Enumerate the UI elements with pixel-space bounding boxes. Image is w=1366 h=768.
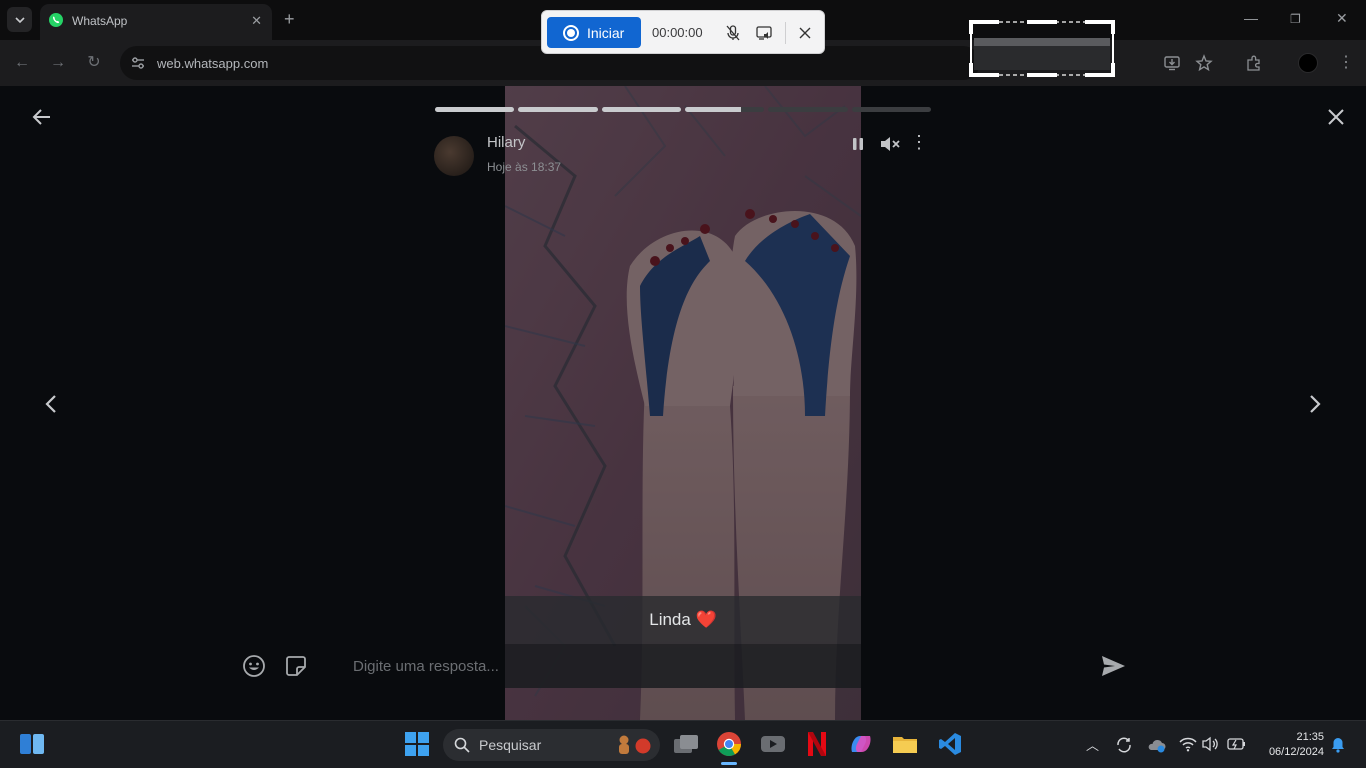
- system-audio-icon[interactable]: [755, 24, 773, 42]
- status-timestamp: Hoje às 18:37: [487, 160, 562, 174]
- volume-icon[interactable]: [1202, 736, 1220, 752]
- sticker-icon[interactable]: [284, 654, 308, 678]
- tab-search-button[interactable]: [7, 7, 32, 32]
- browser-tab-whatsapp[interactable]: WhatsApp ✕: [40, 4, 272, 40]
- reply-input[interactable]: [505, 644, 861, 688]
- start-menu-icon[interactable]: [402, 729, 432, 759]
- show-hidden-icons-chevron-icon[interactable]: ︿: [1086, 735, 1099, 754]
- restore-button[interactable]: ❐: [1290, 12, 1301, 26]
- tab-title: WhatsApp: [72, 14, 128, 28]
- install-app-icon[interactable]: [1163, 54, 1181, 72]
- whatsapp-icon: [49, 13, 63, 27]
- start-recording-button[interactable]: Iniciar: [547, 17, 641, 48]
- back-arrow-icon[interactable]: [32, 107, 52, 127]
- sender-avatar[interactable]: [434, 136, 474, 176]
- status-viewer: Hilary Hoje às 18:37 ⋮ Linda ❤️ Digite u…: [0, 86, 1366, 720]
- chevron-down-icon: [14, 16, 25, 23]
- reload-icon[interactable]: ↻: [85, 54, 103, 72]
- search-label: Pesquisar: [479, 737, 542, 753]
- chrome-icon[interactable]: [714, 729, 744, 759]
- start-recording-label: Iniciar: [587, 24, 625, 41]
- screen-recorder-bar: Iniciar 00:00:00: [541, 10, 825, 54]
- capture-region-selector[interactable]: [969, 20, 1115, 77]
- minimize-button[interactable]: —: [1244, 10, 1258, 26]
- status-progress-fill: [601, 107, 681, 112]
- task-view-icon[interactable]: [671, 729, 701, 759]
- file-explorer-icon[interactable]: [890, 729, 920, 759]
- gingerbread-icon: [619, 735, 651, 754]
- status-progress-bar: [435, 107, 931, 113]
- status-progress-fill: [518, 107, 598, 112]
- youtube-icon[interactable]: [758, 729, 788, 759]
- clock-date: 06/12/2024: [1268, 746, 1324, 758]
- microphone-off-icon[interactable]: [724, 24, 742, 42]
- reply-placeholder: Digite uma resposta...: [353, 658, 499, 675]
- status-progress-fill: [435, 107, 515, 112]
- recorder-divider: [785, 22, 786, 44]
- close-viewer-icon[interactable]: [1326, 107, 1346, 127]
- window-close-button[interactable]: ✕: [1336, 10, 1348, 27]
- recording-timer: 00:00:00: [652, 25, 703, 40]
- send-icon[interactable]: [1100, 654, 1126, 678]
- screen: WhatsApp ✕ + — ❐ ✕ ← → ↻ web.whatsapp.co…: [0, 0, 1366, 768]
- status-progress-segment: [684, 107, 765, 112]
- taskbar-search[interactable]: Pesquisar: [443, 729, 660, 761]
- clock-time: 21:35: [1296, 731, 1324, 743]
- next-status-icon[interactable]: [1308, 394, 1322, 414]
- status-progress-segment: [601, 107, 681, 112]
- status-progress-segment: [518, 107, 598, 112]
- status-progress-segment: [768, 107, 848, 112]
- windows-taskbar: Pesquisar ︿ 21:35 06/12/2024: [0, 720, 1366, 768]
- back-arrow-icon[interactable]: ←: [13, 54, 31, 72]
- url-text: web.whatsapp.com: [157, 56, 269, 71]
- status-progress-segment: [851, 107, 931, 112]
- close-recorder-icon[interactable]: [796, 24, 814, 42]
- battery-icon[interactable]: [1226, 737, 1246, 751]
- status-progress-segment: [435, 107, 515, 112]
- sync-icon[interactable]: [1115, 736, 1133, 754]
- status-menu-icon[interactable]: ⋮: [910, 132, 928, 153]
- notification-bell-icon[interactable]: [1331, 737, 1345, 753]
- system-clock[interactable]: 21:35 06/12/2024: [1258, 730, 1324, 760]
- pause-icon[interactable]: [851, 137, 865, 151]
- netflix-icon[interactable]: [802, 729, 832, 759]
- record-icon: [563, 24, 579, 41]
- search-icon: [454, 737, 470, 753]
- previous-status-icon[interactable]: [44, 394, 58, 414]
- extensions-icon[interactable]: [1245, 54, 1263, 72]
- status-progress-fill: [684, 107, 741, 112]
- tab-close-icon[interactable]: ✕: [251, 13, 262, 29]
- forward-arrow-icon[interactable]: →: [49, 54, 67, 72]
- profile-avatar[interactable]: [1298, 53, 1318, 73]
- site-settings-icon[interactable]: [130, 55, 146, 71]
- new-tab-button[interactable]: +: [284, 9, 295, 30]
- bookmark-star-icon[interactable]: [1195, 54, 1213, 72]
- onedrive-icon[interactable]: [1147, 736, 1167, 754]
- browser-menu-icon[interactable]: ⋮: [1337, 54, 1355, 72]
- wifi-icon[interactable]: [1179, 736, 1197, 752]
- mute-icon[interactable]: [880, 136, 900, 152]
- sender-name[interactable]: Hilary: [487, 134, 525, 151]
- status-caption: Linda ❤️: [505, 596, 861, 644]
- copilot-icon[interactable]: [846, 729, 876, 759]
- widgets-icon[interactable]: [17, 729, 47, 759]
- vscode-icon[interactable]: [935, 729, 965, 759]
- active-app-indicator: [721, 762, 737, 765]
- emoji-icon[interactable]: [242, 654, 266, 678]
